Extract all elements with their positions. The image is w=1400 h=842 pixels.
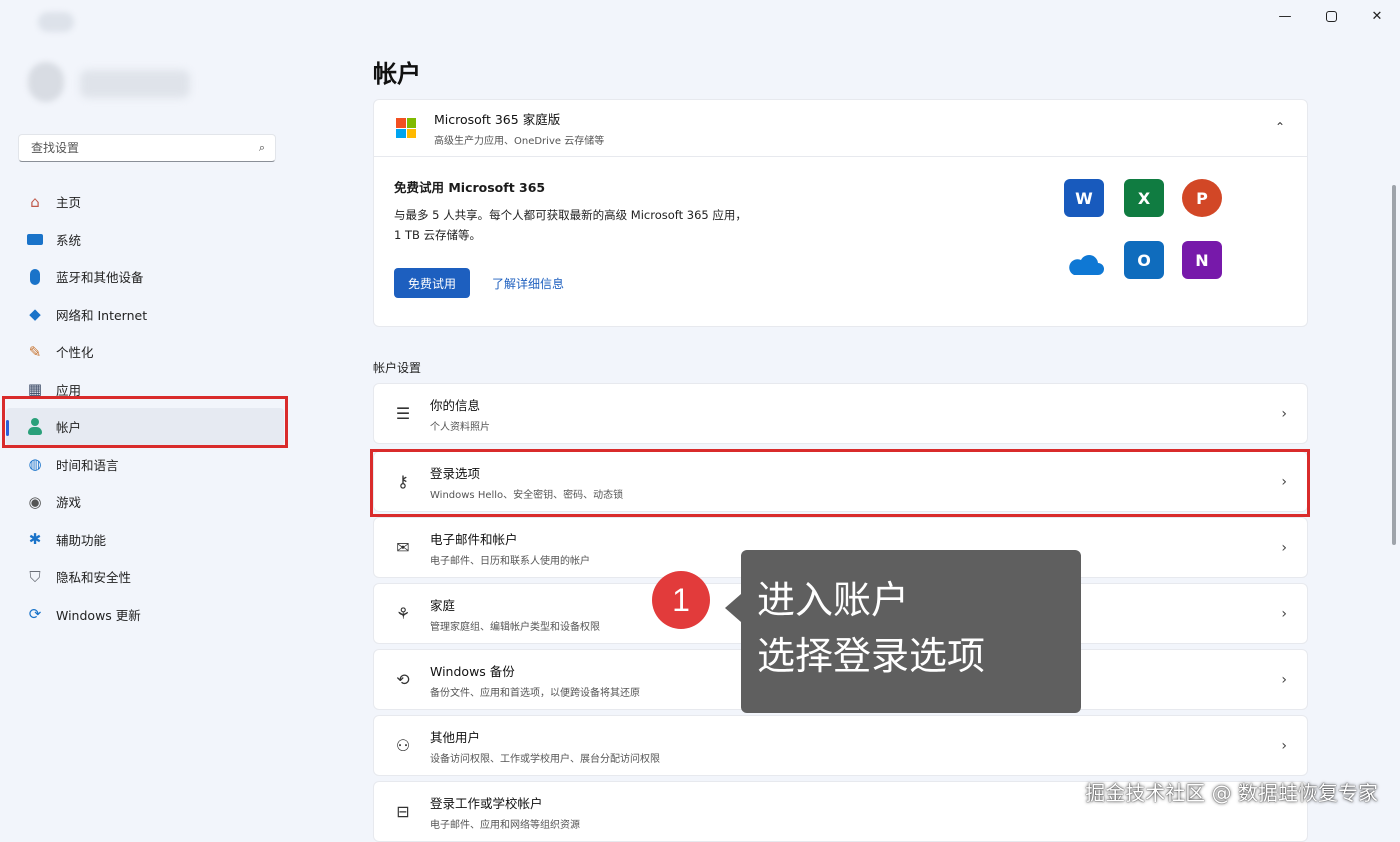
watermark: 掘金技术社区 @ 数据蛙恢复专家 — [1085, 781, 1378, 805]
highlight-box-sign-in-options — [370, 449, 1310, 517]
sidebar-item-label: 网络和 Internet — [56, 307, 148, 323]
sidebar-item-time-language[interactable]: ◍ 时间和语言 — [0, 446, 290, 484]
highlight-box-accounts — [2, 396, 288, 448]
chevron-right-icon: › — [1281, 671, 1287, 688]
user-name-blurred — [80, 70, 190, 98]
sync-icon: ⟲ — [396, 670, 410, 689]
free-trial-button[interactable]: 免费试用 — [394, 268, 470, 298]
chevron-up-icon[interactable]: ⌃ — [1275, 120, 1285, 134]
sidebar-item-label: 时间和语言 — [56, 457, 119, 473]
chevron-right-icon: › — [1281, 405, 1287, 422]
update-icon: ⟳ — [28, 605, 42, 624]
callout-line-2: 选择登录选项 — [757, 634, 986, 678]
accessibility-icon: ✱ — [28, 530, 42, 549]
powerpoint-icon: P — [1182, 179, 1222, 217]
family-icon: ⚘ — [395, 604, 411, 623]
globe-icon: ◍ — [28, 455, 42, 474]
briefcase-icon: ⊟ — [396, 802, 410, 821]
outlook-icon: O — [1124, 241, 1164, 279]
chevron-right-icon: › — [1281, 605, 1287, 622]
row-title: 你的信息 — [430, 397, 481, 413]
m365-card-header[interactable]: Microsoft 365 家庭版 高级生产力应用、OneDrive 云存储等 … — [373, 99, 1308, 157]
shield-icon: ⛉ — [29, 567, 41, 586]
brush-icon: ✎ — [28, 342, 42, 361]
microsoft-logo-icon — [396, 118, 416, 138]
sidebar-item-privacy[interactable]: ⛉ 隐私和安全性 — [0, 558, 290, 596]
gamepad-icon: ◉ — [28, 492, 42, 511]
section-label-account-settings: 帐户设置 — [373, 361, 422, 375]
row-title: 电子邮件和帐户 — [430, 531, 518, 547]
sidebar-item-label: 系统 — [56, 232, 82, 248]
close-button[interactable]: ✕ — [1354, 0, 1400, 32]
row-subtitle: 管理家庭组、编辑帐户类型和设备权限 — [430, 621, 600, 633]
row-title: 其他用户 — [430, 729, 481, 745]
page-title: 帐户 — [373, 60, 421, 88]
maximize-icon — [1325, 10, 1337, 22]
onedrive-cloud-icon — [1069, 255, 1104, 275]
callout-tooltip: 进入账户 选择登录选项 — [725, 550, 1081, 713]
home-icon: ⌂ — [30, 192, 40, 211]
sidebar-item-label: 隐私和安全性 — [56, 570, 132, 586]
learn-more-link[interactable]: 了解详细信息 — [492, 275, 564, 292]
row-subtitle: 备份文件、应用和首选项，以便跨设备将其还原 — [430, 687, 640, 699]
bluetooth-icon — [24, 266, 46, 288]
promo-description: 与最多 5 人共享。每个人都可获取最新的高级 Microsoft 365 应用，… — [394, 208, 747, 242]
callout-line-1: 进入账户 — [757, 578, 910, 622]
sidebar-item-windows-update[interactable]: ⟳ Windows 更新 — [0, 596, 290, 634]
row-subtitle: 个人资料照片 — [430, 421, 490, 433]
wifi-icon: ◆ — [29, 305, 41, 324]
search-icon[interactable]: ⌕ — [259, 141, 265, 155]
sidebar-item-bluetooth[interactable]: 蓝牙和其他设备 — [0, 258, 290, 296]
m365-title: Microsoft 365 家庭版 — [434, 112, 561, 127]
maximize-button[interactable] — [1308, 0, 1354, 32]
row-subtitle: 电子邮件、日历和联系人使用的帐户 — [430, 555, 590, 567]
m365-subtitle: 高级生产力应用、OneDrive 云存储等 — [434, 136, 605, 147]
sidebar-item-gaming[interactable]: ◉ 游戏 — [0, 483, 290, 521]
sidebar-item-home[interactable]: ⌂ 主页 — [0, 183, 290, 221]
chevron-right-icon: › — [1281, 737, 1287, 754]
sidebar-item-label: 游戏 — [56, 495, 82, 511]
sidebar-item-network[interactable]: ◆ 网络和 Internet — [0, 296, 290, 334]
monitor-icon — [24, 228, 46, 250]
mail-icon: ✉ — [396, 538, 410, 557]
person-info-icon: ☰ — [395, 404, 411, 423]
avatar[interactable] — [28, 62, 64, 102]
promo-title: 免费试用 Microsoft 365 — [394, 180, 546, 195]
sidebar-item-label: Windows 更新 — [56, 607, 141, 623]
sidebar-item-label: 辅助功能 — [56, 532, 107, 548]
window-controls: — ✕ — [1262, 0, 1400, 32]
minimize-button[interactable]: — — [1262, 0, 1308, 32]
sidebar-item-label: 个性化 — [56, 345, 94, 361]
row-your-info[interactable]: ☰ 你的信息 个人资料照片 › — [373, 383, 1308, 444]
sidebar-item-label: 蓝牙和其他设备 — [56, 270, 144, 286]
sidebar-item-personalization[interactable]: ✎ 个性化 — [0, 333, 290, 371]
add-user-icon: ⚇ — [395, 736, 411, 755]
sidebar-item-accessibility[interactable]: ✱ 辅助功能 — [0, 521, 290, 559]
search-input[interactable] — [29, 140, 259, 156]
row-subtitle: 电子邮件、应用和网络等组织资源 — [430, 819, 580, 831]
back-button-blurred[interactable] — [38, 12, 74, 32]
sidebar-item-system[interactable]: 系统 — [0, 221, 290, 259]
row-title: 家庭 — [430, 597, 456, 613]
row-title: 登录工作或学校帐户 — [430, 795, 543, 811]
row-other-users[interactable]: ⚇ 其他用户 设备访问权限、工作或学校用户、展台分配访问权限 › — [373, 715, 1308, 776]
step-number-badge: 1 — [652, 571, 710, 629]
row-title: Windows 备份 — [430, 663, 515, 679]
onedrive-icon — [1064, 245, 1104, 283]
chevron-right-icon: › — [1281, 539, 1287, 556]
m365-card-body: 免费试用 Microsoft 365 与最多 5 人共享。每个人都可获取最新的高… — [373, 157, 1308, 327]
onenote-icon: N — [1182, 241, 1222, 279]
sidebar-item-label: 主页 — [56, 195, 82, 211]
search-box[interactable]: ⌕ — [18, 134, 276, 162]
scrollbar[interactable] — [1392, 185, 1396, 545]
excel-icon: X — [1124, 179, 1164, 217]
row-subtitle: 设备访问权限、工作或学校用户、展台分配访问权限 — [430, 753, 660, 765]
word-icon: W — [1064, 179, 1104, 217]
